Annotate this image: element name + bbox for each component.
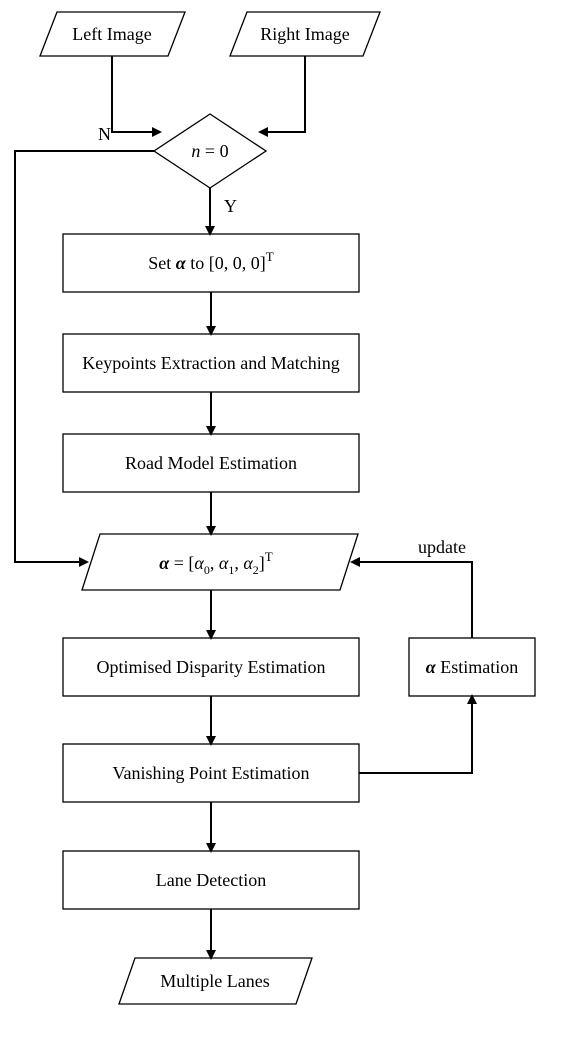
keypoints-label: Keypoints Extraction and Matching bbox=[82, 353, 339, 373]
edge-right-to-decision bbox=[260, 56, 305, 132]
node-vanishing: Vanishing Point Estimation bbox=[63, 744, 359, 802]
node-multi-lanes: Multiple Lanes bbox=[119, 958, 312, 1004]
node-alpha-est: α Estimation bbox=[409, 638, 535, 696]
disparity-label: Optimised Disparity Estimation bbox=[97, 657, 326, 677]
node-keypoints: Keypoints Extraction and Matching bbox=[63, 334, 359, 392]
alpha-est-label: α Estimation bbox=[426, 657, 518, 677]
left-image-label: Left Image bbox=[72, 24, 151, 44]
vanishing-label: Vanishing Point Estimation bbox=[112, 763, 309, 783]
edge-left-to-decision bbox=[112, 56, 160, 132]
node-alpha-io: α = [α0, α1, α2]T bbox=[82, 534, 358, 590]
edge-update-label: update bbox=[418, 537, 466, 557]
decision-label: n = 0 bbox=[191, 141, 228, 161]
edge-no-label: N bbox=[98, 124, 111, 144]
node-lane-detect: Lane Detection bbox=[63, 851, 359, 909]
node-left-image: Left Image bbox=[40, 12, 185, 56]
flowchart: Left Image Right Image n = 0 Set α to [0… bbox=[0, 0, 570, 1048]
right-image-label: Right Image bbox=[260, 24, 349, 44]
node-set-alpha: Set α to [0, 0, 0]T bbox=[63, 234, 359, 292]
multi-lanes-label: Multiple Lanes bbox=[160, 971, 269, 991]
node-right-image: Right Image bbox=[230, 12, 380, 56]
node-decision: n = 0 bbox=[154, 114, 266, 188]
road-model-label: Road Model Estimation bbox=[125, 453, 297, 473]
node-road-model: Road Model Estimation bbox=[63, 434, 359, 492]
edge-yes-label: Y bbox=[224, 196, 237, 216]
set-alpha-label: Set α to [0, 0, 0]T bbox=[148, 249, 273, 273]
lane-detect-label: Lane Detection bbox=[156, 870, 266, 890]
edge-vanishing-alphaest bbox=[359, 696, 472, 773]
edge-alphaest-alphaio bbox=[352, 562, 472, 638]
node-disparity: Optimised Disparity Estimation bbox=[63, 638, 359, 696]
